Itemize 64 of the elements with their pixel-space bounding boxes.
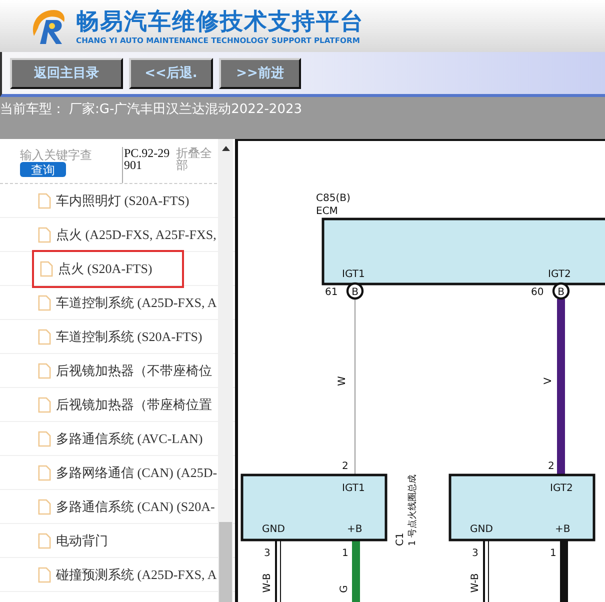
- component-name: 1 号点火线圈总成: [408, 474, 418, 546]
- pin-label: +B: [347, 524, 362, 535]
- wire-color-label: W-B: [470, 573, 481, 593]
- document-icon: [38, 498, 51, 514]
- document-icon: [38, 294, 51, 310]
- wire: [352, 540, 360, 602]
- tree-item[interactable]: 车道控制系统 (S20A-FTS): [20, 320, 202, 354]
- pin-label: +B: [555, 524, 570, 535]
- tree-item[interactable]: 多路通信系统 (CAN) (S20A-: [20, 490, 215, 524]
- nav-button[interactable]: 返回主目录: [10, 58, 123, 88]
- tree-item[interactable]: 点火 (S20A-FTS): [32, 250, 184, 288]
- pin-number: 1: [342, 548, 348, 559]
- tree-item[interactable]: 多路网络通信 (CAN) (A25D-: [20, 456, 218, 490]
- nav-button[interactable]: >>前进: [219, 58, 301, 88]
- search-field[interactable]: 输入关键字查: [20, 147, 116, 162]
- document-icon: [38, 532, 51, 548]
- nav-button[interactable]: <<后退.: [129, 58, 213, 88]
- tree-item[interactable]: 碰撞预测系统 (A25D-FXS, A: [20, 558, 217, 592]
- pin-label: IGT2: [548, 269, 571, 280]
- vehicle-name: 厂家:G-广汽丰田汉兰达混动2022-2023: [69, 101, 302, 118]
- wire-color-label: W-B: [262, 573, 273, 593]
- connector-label: C85(B): [316, 193, 350, 204]
- vehicle-label: 当前车型：: [0, 101, 65, 118]
- document-icon: [38, 464, 51, 480]
- tree-item[interactable]: 电动背门: [20, 524, 108, 558]
- document-icon: [38, 226, 51, 242]
- pin-circle: B: [552, 282, 570, 300]
- pin-label: GND: [262, 524, 285, 535]
- site-title: 畅易汽车维修技术支持平台: [76, 8, 364, 36]
- scroll-thumb[interactable]: [219, 522, 232, 602]
- pin-number: 60: [531, 287, 544, 298]
- pin-label: GND: [470, 524, 493, 535]
- wire-color-label: V: [543, 378, 554, 384]
- pin-number: 2: [342, 461, 348, 472]
- document-icon: [38, 430, 51, 446]
- tree-item[interactable]: 车道控制系统 (A25D-FXS, A: [20, 286, 217, 320]
- document-icon: [38, 192, 51, 208]
- pin-number: 1: [550, 548, 556, 559]
- tree-item[interactable]: 点火 (A25D-FXS, A25F-FXS,: [20, 218, 216, 252]
- document-code: PC.92-29901: [122, 147, 172, 183]
- document-icon: [38, 396, 51, 412]
- tree-item[interactable]: 车内照明灯 (S20A-FTS): [20, 184, 190, 218]
- pin-label: IGT1: [342, 269, 365, 280]
- connector-label: C1: [395, 532, 406, 546]
- pin-circle: B: [346, 282, 364, 300]
- pin-number: 3: [264, 548, 270, 559]
- document-icon: [38, 566, 51, 582]
- wire-color-label: G: [339, 585, 350, 593]
- pin-number: 2: [548, 461, 554, 472]
- tree-item[interactable]: 多路通信系统 (AVC-LAN): [20, 422, 203, 456]
- scroll-up-icon[interactable]: [221, 145, 231, 151]
- wire-color-label: W: [337, 376, 348, 386]
- scrollbar[interactable]: [218, 139, 233, 602]
- ecm-label: ECM: [316, 206, 338, 217]
- document-icon: [38, 362, 51, 378]
- pin-label: IGT2: [550, 483, 573, 494]
- tree-item[interactable]: 后视镜加热器（不带座椅位: [20, 354, 212, 388]
- pin-number: 61: [325, 287, 338, 298]
- pin-number: 3: [472, 548, 478, 559]
- document-icon: [40, 260, 53, 276]
- document-icon: [38, 328, 51, 344]
- search-button[interactable]: 查询: [20, 162, 66, 177]
- tree-item[interactable]: 后视镜加热器（带座椅位置: [20, 388, 212, 422]
- pin-label: IGT1: [342, 483, 365, 494]
